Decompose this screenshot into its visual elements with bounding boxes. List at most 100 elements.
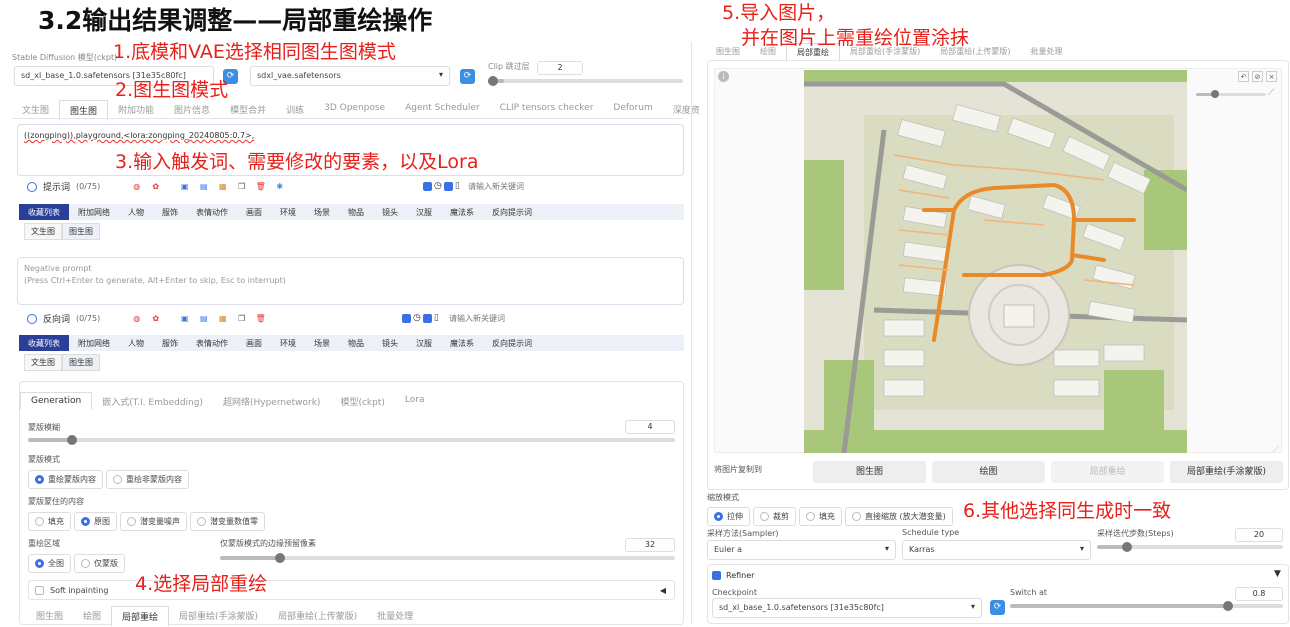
sub-tab-1[interactable]: 图生图: [62, 354, 100, 371]
copy-icon[interactable]: ▣: [178, 312, 191, 325]
gear-icon[interactable]: ✱: [273, 180, 286, 193]
tag-tab-6[interactable]: 环境: [271, 204, 305, 220]
copy-to-inpaint-button[interactable]: 局部重绘: [1051, 461, 1164, 483]
tag-tab-0[interactable]: 收藏列表: [19, 204, 69, 220]
clip-skip-slider[interactable]: [488, 76, 683, 86]
caret-down-icon[interactable]: ▼: [1274, 569, 1281, 579]
generation-tab-4[interactable]: Lora: [395, 395, 435, 410]
undo-icon[interactable]: ↶: [1238, 71, 1249, 82]
img2img-mode-tab-3[interactable]: 局部重绘(手涂蒙版): [169, 609, 268, 627]
masked-content-option[interactable]: 原图: [74, 512, 117, 531]
tag-tab-7[interactable]: 场景: [305, 335, 339, 351]
tag-tab-2[interactable]: 人物: [119, 335, 153, 351]
generation-tab-0[interactable]: Generation: [20, 392, 93, 410]
switch-at-input[interactable]: 0.8: [1235, 587, 1283, 601]
keyword-toggle[interactable]: ◷ ▯: [423, 181, 460, 191]
settings-icon[interactable]: ✿: [149, 180, 162, 193]
info-icon[interactable]: i: [718, 71, 729, 82]
tag-tab-10[interactable]: 汉服: [407, 335, 441, 351]
sub-tab-0[interactable]: 文生图: [24, 354, 62, 371]
refresh-vae-button[interactable]: ⟳: [460, 69, 475, 84]
masked-content-option[interactable]: 填充: [28, 512, 71, 531]
clear-icon[interactable]: ⊘: [1252, 71, 1263, 82]
trash-icon[interactable]: 🗑: [254, 312, 267, 325]
sampler-select[interactable]: Euler a ▾: [707, 540, 896, 560]
sub-tab-1[interactable]: 图生图: [62, 223, 100, 240]
soft-inpainting-checkbox[interactable]: [35, 585, 44, 595]
tag-tab-10[interactable]: 汉服: [407, 204, 441, 220]
masked-content-option[interactable]: 潜变量数值零: [190, 512, 265, 531]
tag-tab-1[interactable]: 附加网络: [69, 335, 119, 351]
generation-tab-1[interactable]: 嵌入式(T.I. Embedding): [92, 395, 213, 410]
steps-slider[interactable]: [1097, 542, 1283, 552]
copy-to-img2img-button[interactable]: 图生图: [813, 461, 926, 483]
mask-mode-option[interactable]: 重绘非蒙版内容: [106, 470, 189, 489]
schedule-select[interactable]: Karras ▾: [902, 540, 1091, 560]
refiner-checkpoint-select[interactable]: sd_xl_base_1.0.safetensors [31e35c80fc] …: [712, 598, 982, 618]
tag-tab-4[interactable]: 表情动作: [187, 335, 237, 351]
tag-tab-11[interactable]: 魔法系: [441, 335, 483, 351]
img2img-mode-tab-5[interactable]: 批量处理: [367, 609, 423, 627]
paste-icon[interactable]: ▤: [197, 180, 210, 193]
tag-tab-8[interactable]: 物品: [339, 204, 373, 220]
resize-mode-option[interactable]: 裁剪: [753, 507, 796, 526]
vae-select[interactable]: sdxl_vae.safetensors ▾: [250, 66, 450, 86]
brush-icon[interactable]: ⟋: [1268, 88, 1274, 98]
switch-at-slider[interactable]: [1010, 601, 1283, 611]
generation-tab-3[interactable]: 模型(ckpt): [330, 395, 394, 410]
tag-tab-12[interactable]: 反向提示词: [483, 335, 541, 351]
close-icon[interactable]: ×: [1266, 71, 1277, 82]
steps-input[interactable]: 20: [1235, 528, 1283, 542]
copy-to-inpaint-sketch-button[interactable]: 局部重绘(手涂蒙版): [1170, 461, 1283, 483]
tag-tab-6[interactable]: 环境: [271, 335, 305, 351]
history-icon[interactable]: ▦: [216, 180, 229, 193]
translate-icon[interactable]: ◍: [130, 180, 143, 193]
tag-tab-9[interactable]: 镜头: [373, 335, 407, 351]
tag-tab-9[interactable]: 镜头: [373, 204, 407, 220]
padding-slider[interactable]: [220, 553, 675, 563]
trash-icon[interactable]: 🗑: [254, 180, 267, 193]
tag-tab-0[interactable]: 收藏列表: [19, 335, 69, 351]
tag-tab-12[interactable]: 反向提示词: [483, 204, 541, 220]
masked-content-option[interactable]: 潜变量噪声: [120, 512, 187, 531]
tag-tab-7[interactable]: 场景: [305, 204, 339, 220]
keyword-input-neg[interactable]: 请输入新关键词: [449, 313, 505, 324]
tag-tab-5[interactable]: 画面: [237, 335, 271, 351]
img2img-mode-tab-2[interactable]: 局部重绘: [111, 606, 170, 627]
tag-tab-1[interactable]: 附加网络: [69, 204, 119, 220]
clip-skip-input[interactable]: 2: [537, 61, 583, 75]
tag-tab-8[interactable]: 物品: [339, 335, 373, 351]
resize-mode-option[interactable]: 直接缩放 (放大潜变量): [845, 507, 953, 526]
tag-tab-11[interactable]: 魔法系: [441, 204, 483, 220]
mask-blur-slider[interactable]: [28, 435, 675, 445]
resize-mode-option[interactable]: 拉伸: [707, 507, 750, 526]
inpaint-area-option[interactable]: 仅蒙版: [74, 554, 125, 573]
tag-tab-5[interactable]: 画面: [237, 204, 271, 220]
soft-inpainting-row[interactable]: Soft inpainting ◀: [28, 580, 675, 600]
duplicate-icon[interactable]: ❐: [235, 180, 248, 193]
mask-blur-input[interactable]: 4: [625, 420, 675, 434]
negative-prompt-textarea[interactable]: Negative prompt (Press Ctrl+Enter to gen…: [17, 257, 684, 305]
tag-tab-4[interactable]: 表情动作: [187, 204, 237, 220]
copy-to-sketch-button[interactable]: 绘图: [932, 461, 1045, 483]
mask-mode-option[interactable]: 重绘蒙版内容: [28, 470, 103, 489]
paste-icon[interactable]: ▤: [197, 312, 210, 325]
duplicate-icon[interactable]: ❐: [235, 312, 248, 325]
keyword-input[interactable]: 请输入新关键词: [468, 181, 524, 192]
history-icon[interactable]: ▦: [216, 312, 229, 325]
resize-mode-option[interactable]: 填充: [799, 507, 842, 526]
generation-tab-2[interactable]: 超网络(Hypernetwork): [213, 395, 330, 410]
settings-icon[interactable]: ✿: [149, 312, 162, 325]
padding-input[interactable]: 32: [625, 538, 675, 552]
tag-tab-3[interactable]: 服饰: [153, 335, 187, 351]
tag-tab-3[interactable]: 服饰: [153, 204, 187, 220]
inpaint-area-option[interactable]: 全图: [28, 554, 71, 573]
brush-size-slider[interactable]: [1196, 90, 1266, 98]
refresh-refiner-button[interactable]: ⟳: [990, 600, 1005, 615]
copy-icon[interactable]: ▣: [178, 180, 191, 193]
translate-icon[interactable]: ◍: [130, 312, 143, 325]
img2img-mode-tab-0[interactable]: 图生图: [26, 609, 73, 627]
collapse-icon[interactable]: [27, 313, 37, 324]
tag-tab-2[interactable]: 人物: [119, 204, 153, 220]
refiner-toggle[interactable]: Refiner: [712, 571, 754, 580]
